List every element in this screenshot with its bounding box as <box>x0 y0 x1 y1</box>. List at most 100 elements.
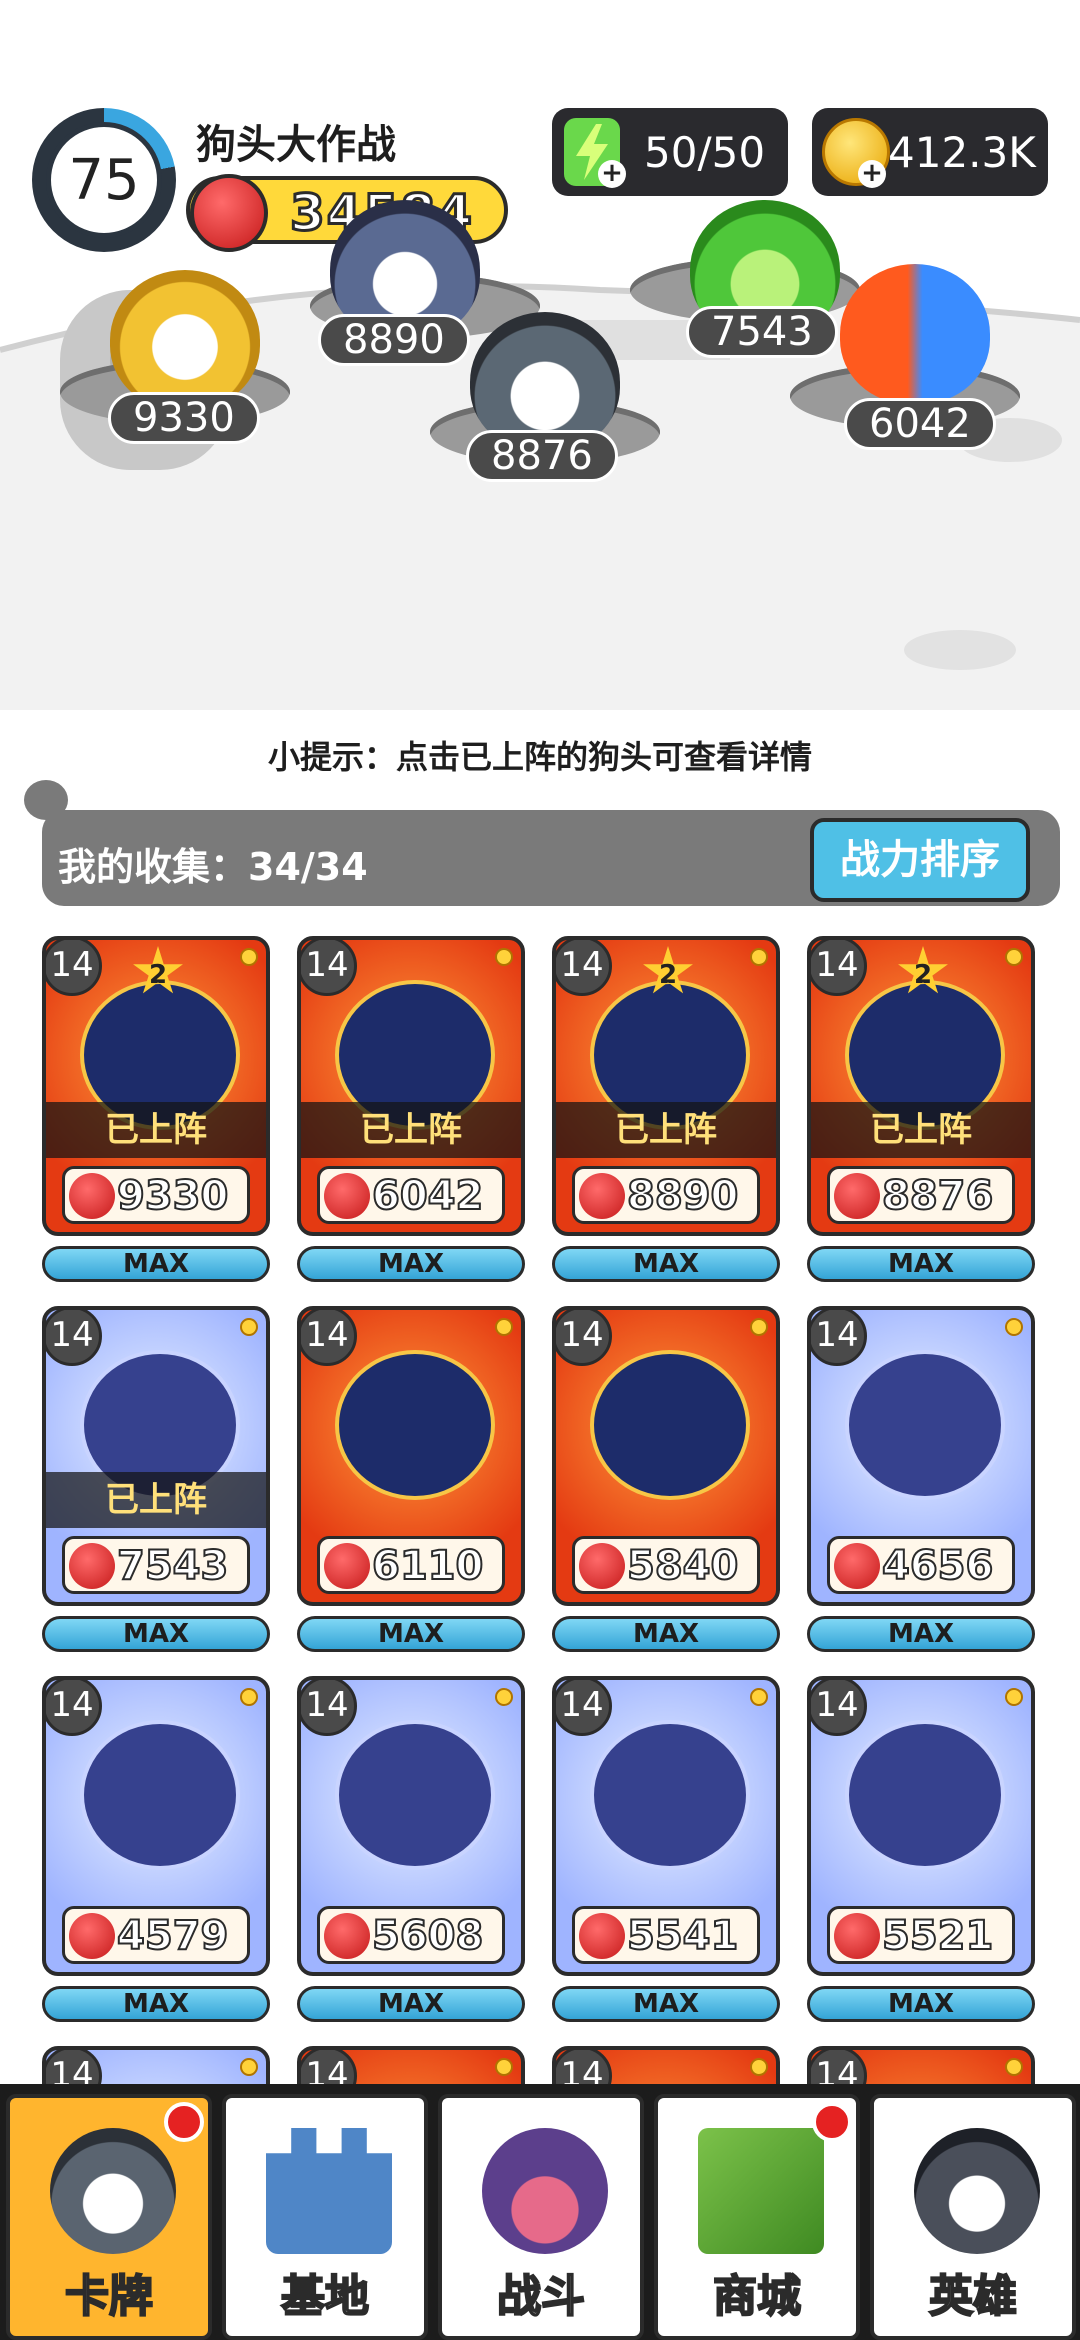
card-face[interactable]: 14 6110 <box>297 1306 525 1606</box>
max-level-bar: MAX <box>297 1986 525 2022</box>
fire-ice-dog-icon[interactable] <box>840 264 990 404</box>
coin-dot-icon <box>1005 1318 1023 1336</box>
coin-dot-icon <box>240 2058 258 2076</box>
level-progress-ring: 75 <box>32 108 176 252</box>
add-energy-icon[interactable]: + <box>598 160 626 188</box>
card-power-row: 7543 <box>62 1536 250 1594</box>
boxing-glove-icon <box>579 1913 625 1959</box>
coin-counter[interactable]: + 412.3K <box>812 108 1048 196</box>
dog-portrait-icon <box>590 1350 750 1500</box>
collection-count: 我的收集：34/34 <box>58 845 368 889</box>
boxing-glove-icon <box>324 1173 370 1219</box>
max-level-bar: MAX <box>42 1616 270 1652</box>
collection-bar: 我的收集：34/34 战力排序 <box>42 810 1060 906</box>
card-level: 14 <box>46 1310 102 1366</box>
coin-dot-icon <box>750 1688 768 1706</box>
boxing-glove-icon <box>834 1543 880 1589</box>
card-level: 14 <box>811 1310 867 1366</box>
card-face[interactable]: 14 2 已上阵 8876 <box>807 936 1035 1236</box>
coin-dot-icon <box>750 1318 768 1336</box>
card-level: 14 <box>556 940 612 996</box>
card-power: 9330 <box>116 1172 229 1220</box>
coin-dot-icon <box>750 2058 768 2076</box>
dog-portrait-icon <box>335 1720 495 1870</box>
paw-icon <box>482 2128 608 2254</box>
nav-tab-cards[interactable]: 卡牌 <box>6 2094 212 2340</box>
card-power-row: 6110 <box>317 1536 505 1594</box>
card-power: 8876 <box>881 1172 994 1220</box>
coin-dot-icon <box>495 1318 513 1336</box>
card-face[interactable]: 14 已上阵 6042 <box>297 936 525 1236</box>
card-face[interactable]: 14 5840 <box>552 1306 780 1606</box>
dog-portrait-icon <box>845 1350 1005 1500</box>
sort-by-power-button[interactable]: 战力排序 <box>810 818 1030 902</box>
boxing-glove-icon <box>834 1913 880 1959</box>
coin-dot-icon <box>495 948 513 966</box>
deployed-label: 已上阵 <box>556 1102 776 1158</box>
card-level: 14 <box>811 940 867 996</box>
deployed-label: 已上阵 <box>46 1472 266 1528</box>
coin-dot-icon <box>240 1688 258 1706</box>
arena-power-tag: 9330 <box>108 392 260 444</box>
nav-tab-hero[interactable]: 英雄 <box>870 2094 1076 2340</box>
coin-dot-icon <box>495 2058 513 2076</box>
coin-dot-icon <box>240 1318 258 1336</box>
card-power: 5840 <box>626 1542 739 1590</box>
card-power-row: 5608 <box>317 1906 505 1964</box>
card-power: 5608 <box>371 1912 484 1960</box>
card-face[interactable]: 14 5521 <box>807 1676 1035 1976</box>
add-coin-icon[interactable]: + <box>858 160 886 188</box>
card-face[interactable]: 14 已上阵 7543 <box>42 1306 270 1606</box>
card-face[interactable]: 14 2 已上阵 8890 <box>552 936 780 1236</box>
nav-tab-label: 英雄 <box>928 2270 1018 2323</box>
card-power: 6110 <box>371 1542 484 1590</box>
card-face[interactable]: 14 4656 <box>807 1306 1035 1606</box>
card-power-row: 4656 <box>827 1536 1015 1594</box>
nav-tab-base[interactable]: 基地 <box>222 2094 428 2340</box>
coin-dot-icon <box>1005 2058 1023 2076</box>
arena-scene: 9330 8890 8876 7543 6042 <box>0 200 1080 710</box>
arena-power-tag: 8876 <box>466 430 618 482</box>
boxing-glove-icon <box>69 1913 115 1959</box>
nav-tab-battle[interactable]: 战斗 <box>438 2094 644 2340</box>
card-face[interactable]: 14 5608 <box>297 1676 525 1976</box>
card-face[interactable]: 14 5541 <box>552 1676 780 1976</box>
card-power: 5541 <box>626 1912 739 1960</box>
card-power-row: 8890 <box>572 1166 760 1224</box>
card-power: 8890 <box>626 1172 739 1220</box>
card-level: 14 <box>556 1310 612 1366</box>
max-level-bar: MAX <box>807 1616 1035 1652</box>
player-level: 75 <box>46 122 162 238</box>
card-level: 14 <box>46 940 102 996</box>
card-power-row: 6042 <box>317 1166 505 1224</box>
max-level-bar: MAX <box>552 1246 780 1282</box>
max-level-bar: MAX <box>807 1986 1035 2022</box>
max-level-bar: MAX <box>297 1616 525 1652</box>
card-level: 14 <box>301 940 357 996</box>
castle-icon <box>266 2128 392 2254</box>
husky-card-icon <box>50 2128 176 2254</box>
deployed-label: 已上阵 <box>46 1102 266 1158</box>
nav-tab-shop[interactable]: 商城 <box>654 2094 860 2340</box>
card-power-row: 5541 <box>572 1906 760 1964</box>
game-title: 狗头大作战 <box>196 122 396 168</box>
hint-text: 小提示：点击已上阵的狗头可查看详情 <box>267 738 812 776</box>
max-level-bar: MAX <box>552 1616 780 1652</box>
boxing-glove-icon <box>190 174 268 252</box>
golden-helmet-dog-icon[interactable] <box>110 270 260 410</box>
card-face[interactable]: 14 4579 <box>42 1676 270 1976</box>
deployed-label: 已上阵 <box>811 1102 1031 1158</box>
card-level: 14 <box>46 1680 102 1736</box>
notification-badge <box>812 2102 852 2142</box>
card-level: 14 <box>556 1680 612 1736</box>
card-face[interactable]: 14 2 已上阵 9330 <box>42 936 270 1236</box>
max-level-bar: MAX <box>42 1246 270 1282</box>
notification-badge <box>164 2102 204 2142</box>
energy-value: 50/50 <box>644 128 766 177</box>
coin-dot-icon <box>495 1688 513 1706</box>
card-power: 7543 <box>116 1542 229 1590</box>
boxing-glove-icon <box>69 1173 115 1219</box>
max-level-bar: MAX <box>297 1246 525 1282</box>
energy-counter[interactable]: + 50/50 <box>552 108 788 196</box>
coin-value: 412.3K <box>888 128 1036 177</box>
